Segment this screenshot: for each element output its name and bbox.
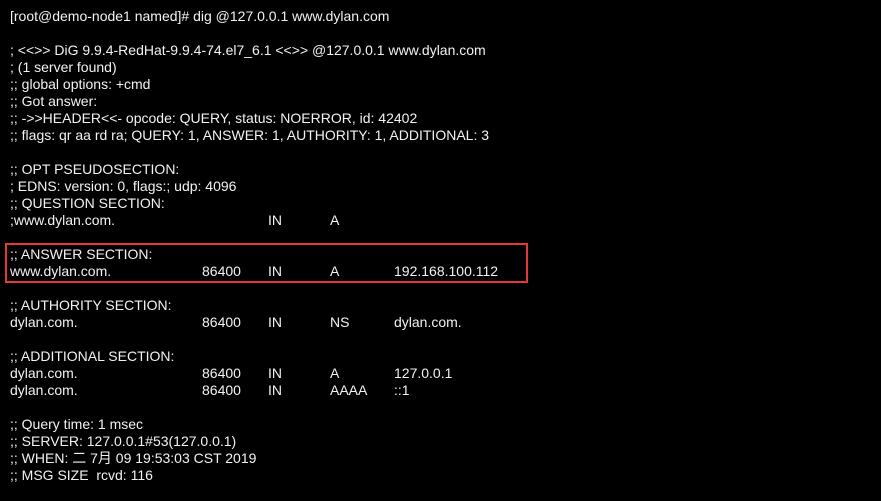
record-name: dylan.com. [10, 365, 78, 381]
flags-line: ;; flags: qr aa rd ra; QUERY: 1, ANSWER:… [10, 127, 490, 143]
edns-line: ; EDNS: version: 0, flags:; udp: 4096 [10, 178, 237, 194]
question-section-title: ;; QUESTION SECTION: [10, 195, 165, 211]
dig-version-line: ; <<>> DiG 9.9.4-RedHat-9.9.4-74.el7_6.1… [10, 42, 486, 58]
record-class: IN [268, 212, 282, 228]
record-ttl: 86400 [202, 382, 241, 398]
opt-section-title: ;; OPT PSEUDOSECTION: [10, 161, 180, 177]
record-class: IN [268, 365, 282, 381]
terminal-window[interactable]: [root@demo-node1 named]# dig @127.0.0.1 … [0, 0, 881, 495]
record-type: A [330, 365, 340, 381]
authority-row: dylan.com. 86400 IN NS dylan.com. [10, 314, 462, 331]
global-options-line: ;; global options: +cmd [10, 76, 151, 92]
record-type: A [330, 212, 340, 228]
answer-section-highlight [5, 243, 528, 283]
command-prompt-line: [root@demo-node1 named]# dig @127.0.0.1 … [10, 8, 390, 24]
question-row: ;www.dylan.com. IN A [10, 212, 339, 229]
record-type: AAAA [330, 382, 368, 398]
record-ttl: 86400 [202, 314, 241, 330]
record-type: NS [330, 314, 350, 330]
query-time-line: ;; Query time: 1 msec [10, 416, 144, 432]
record-name: dylan.com. [10, 382, 78, 398]
record-data: ::1 [394, 382, 410, 398]
record-name: dylan.com. [10, 314, 78, 330]
record-data: dylan.com. [394, 314, 462, 330]
additional-row: dylan.com. 86400 IN A 127.0.0.1 [10, 365, 452, 382]
record-data: 127.0.0.1 [394, 365, 453, 381]
authority-section-title: ;; AUTHORITY SECTION: [10, 297, 172, 313]
record-name: ;www.dylan.com. [10, 212, 116, 228]
msg-size-line: ;; MSG SIZE rcvd: 116 [10, 467, 153, 483]
record-ttl: 86400 [202, 365, 241, 381]
when-line: ;; WHEN: 二 7月 09 19:53:03 CST 2019 [10, 450, 257, 466]
additional-row: dylan.com. 86400 IN AAAA ::1 [10, 382, 410, 399]
header-status-line: ;; ->>HEADER<<- opcode: QUERY, status: N… [10, 110, 418, 126]
additional-section-title: ;; ADDITIONAL SECTION: [10, 348, 175, 364]
server-found-line: ; (1 server found) [10, 59, 117, 75]
record-class: IN [268, 382, 282, 398]
record-class: IN [268, 314, 282, 330]
got-answer-line: ;; Got answer: [10, 93, 98, 109]
server-line: ;; SERVER: 127.0.0.1#53(127.0.0.1) [10, 433, 237, 449]
